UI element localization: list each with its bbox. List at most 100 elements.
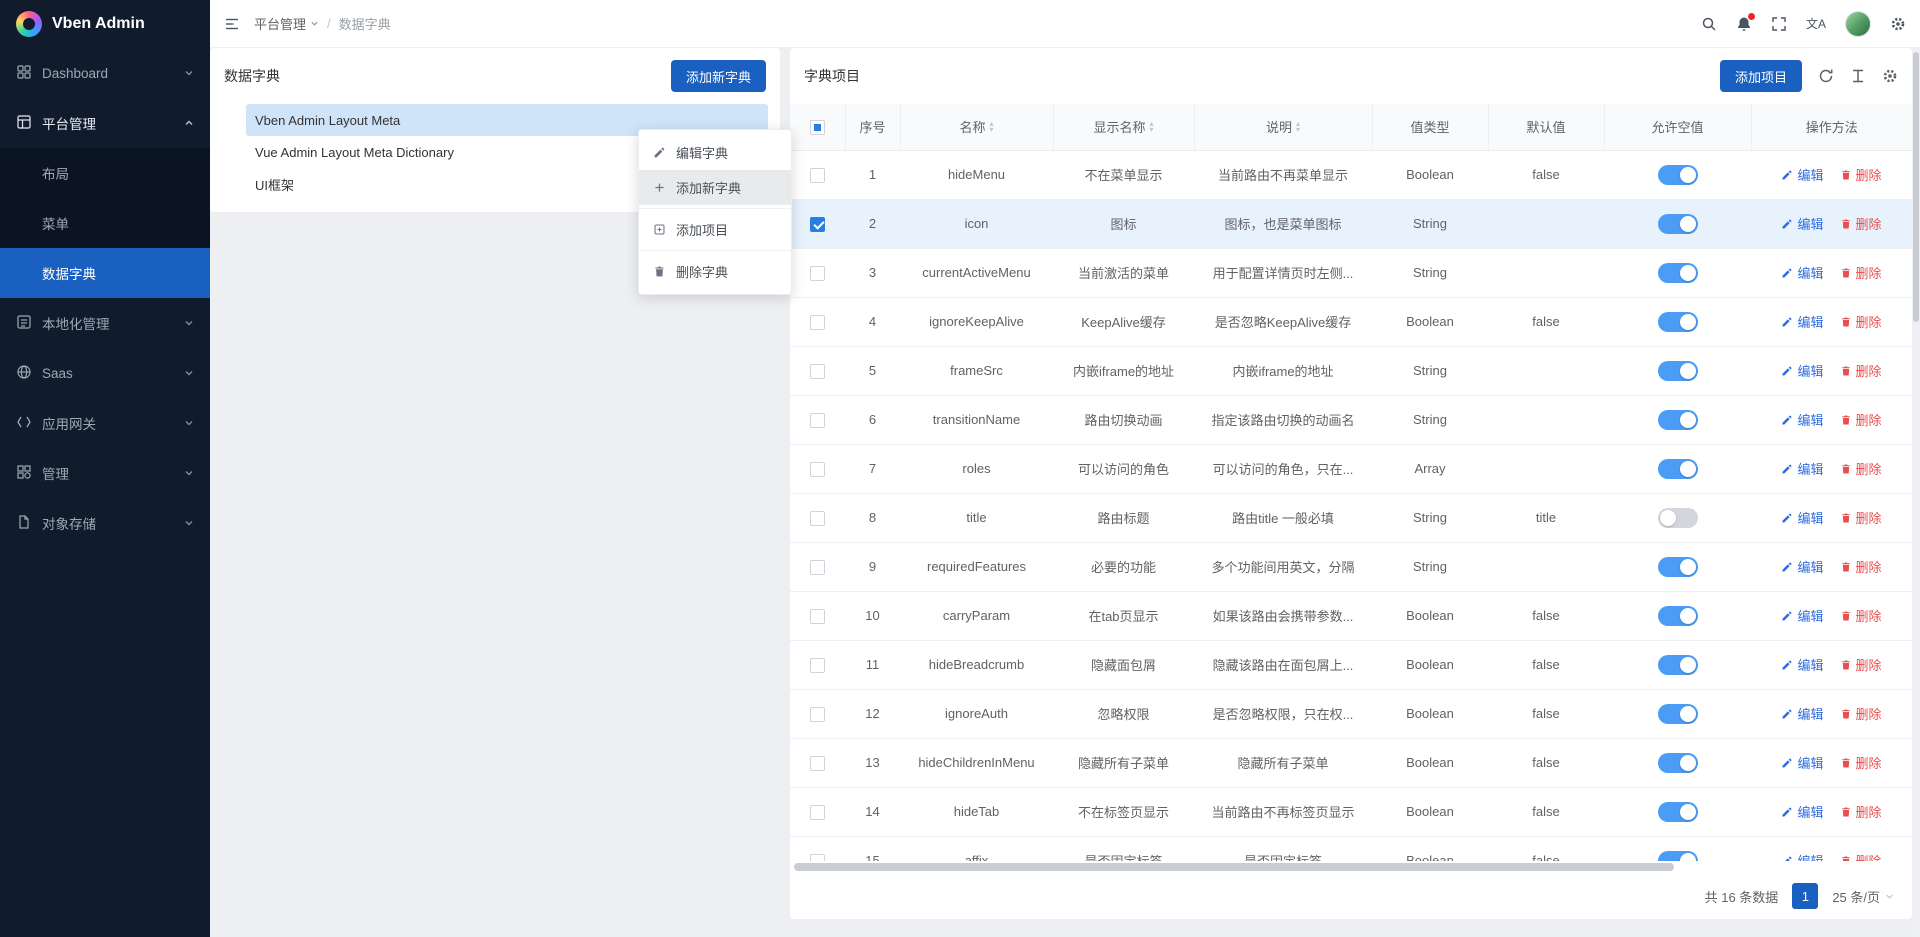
row-checkbox[interactable] bbox=[810, 756, 825, 771]
sort-icons[interactable]: ▴▾ bbox=[1150, 121, 1154, 133]
row-checkbox[interactable] bbox=[810, 609, 825, 624]
col-header-description[interactable]: 说明▴▾ bbox=[1194, 104, 1372, 150]
allow-empty-toggle[interactable] bbox=[1658, 459, 1698, 479]
delete-button[interactable]: 删除 bbox=[1840, 655, 1882, 674]
row-checkbox[interactable] bbox=[810, 413, 825, 428]
sidebar-item-gateway[interactable]: 应用网关 bbox=[0, 398, 210, 448]
delete-button[interactable]: 删除 bbox=[1840, 410, 1882, 429]
sidebar-item-saas[interactable]: Saas bbox=[0, 348, 210, 398]
delete-button[interactable]: 删除 bbox=[1840, 557, 1882, 576]
sidebar-subitem-menu[interactable]: 菜单 bbox=[0, 198, 210, 248]
allow-empty-toggle[interactable] bbox=[1658, 263, 1698, 283]
delete-button[interactable]: 删除 bbox=[1840, 263, 1882, 282]
allow-empty-toggle[interactable] bbox=[1658, 312, 1698, 332]
row-checkbox[interactable] bbox=[810, 658, 825, 673]
sidebar-item-object-storage[interactable]: 对象存储 bbox=[0, 498, 210, 548]
row-checkbox[interactable] bbox=[810, 266, 825, 281]
allow-empty-toggle[interactable] bbox=[1658, 655, 1698, 675]
horizontal-scrollbar-thumb[interactable] bbox=[794, 863, 1674, 871]
search-icon[interactable] bbox=[1701, 16, 1717, 32]
allow-empty-toggle[interactable] bbox=[1658, 704, 1698, 724]
delete-button[interactable]: 删除 bbox=[1840, 753, 1882, 772]
refresh-icon[interactable] bbox=[1818, 68, 1834, 84]
delete-button[interactable]: 删除 bbox=[1840, 802, 1882, 821]
col-header-display-name[interactable]: 显示名称▴▾ bbox=[1053, 104, 1194, 150]
col-header-name[interactable]: 名称▴▾ bbox=[900, 104, 1053, 150]
add-item-button[interactable]: 添加项目 bbox=[1720, 60, 1802, 92]
context-menu-add-item[interactable]: 添加项目 bbox=[639, 212, 791, 247]
allow-empty-toggle[interactable] bbox=[1658, 508, 1698, 528]
delete-button[interactable]: 删除 bbox=[1840, 361, 1882, 380]
breadcrumb-label: 数据字典 bbox=[339, 14, 391, 33]
breadcrumb-item-platform[interactable]: 平台管理 bbox=[254, 14, 319, 33]
allow-empty-toggle[interactable] bbox=[1658, 557, 1698, 577]
gear-icon[interactable] bbox=[1882, 68, 1898, 84]
allow-empty-toggle[interactable] bbox=[1658, 361, 1698, 381]
delete-button[interactable]: 删除 bbox=[1840, 851, 1882, 861]
edit-button[interactable]: 编辑 bbox=[1781, 606, 1823, 625]
allow-empty-toggle[interactable] bbox=[1658, 214, 1698, 234]
translate-icon[interactable]: 文A bbox=[1806, 15, 1826, 32]
edit-button[interactable]: 编辑 bbox=[1781, 459, 1823, 478]
edit-button[interactable]: 编辑 bbox=[1781, 851, 1823, 861]
allow-empty-toggle[interactable] bbox=[1658, 753, 1698, 773]
edit-button[interactable]: 编辑 bbox=[1781, 655, 1823, 674]
menu-fold-icon[interactable] bbox=[224, 16, 240, 32]
edit-button[interactable]: 编辑 bbox=[1781, 753, 1823, 772]
edit-button[interactable]: 编辑 bbox=[1781, 361, 1823, 380]
column-height-icon[interactable] bbox=[1850, 68, 1866, 84]
row-checkbox[interactable] bbox=[810, 805, 825, 820]
edit-button[interactable]: 编辑 bbox=[1781, 508, 1823, 527]
edit-button[interactable]: 编辑 bbox=[1781, 802, 1823, 821]
page-size-select[interactable]: 25 条/页 bbox=[1832, 887, 1894, 906]
row-checkbox[interactable] bbox=[810, 364, 825, 379]
row-checkbox[interactable] bbox=[810, 168, 825, 183]
sort-icons[interactable]: ▴▾ bbox=[990, 121, 994, 133]
row-checkbox[interactable] bbox=[810, 560, 825, 575]
allow-empty-toggle[interactable] bbox=[1658, 851, 1698, 862]
row-checkbox[interactable] bbox=[810, 511, 825, 526]
bell-icon[interactable] bbox=[1736, 16, 1752, 32]
row-checkbox[interactable] bbox=[810, 462, 825, 477]
settings-gear-icon[interactable] bbox=[1890, 16, 1906, 32]
row-checkbox[interactable] bbox=[810, 315, 825, 330]
row-checkbox[interactable] bbox=[810, 707, 825, 722]
delete-button[interactable]: 删除 bbox=[1840, 508, 1882, 527]
add-dictionary-button[interactable]: 添加新字典 bbox=[671, 60, 766, 92]
sort-icons[interactable]: ▴▾ bbox=[1296, 121, 1300, 133]
edit-button[interactable]: 编辑 bbox=[1781, 312, 1823, 331]
app-logo[interactable]: Vben Admin bbox=[0, 0, 210, 48]
edit-button[interactable]: 编辑 bbox=[1781, 165, 1823, 184]
delete-button[interactable]: 删除 bbox=[1840, 312, 1882, 331]
allow-empty-toggle[interactable] bbox=[1658, 606, 1698, 626]
avatar[interactable] bbox=[1845, 11, 1871, 37]
delete-button[interactable]: 删除 bbox=[1840, 704, 1882, 723]
edit-button[interactable]: 编辑 bbox=[1781, 214, 1823, 233]
row-checkbox[interactable] bbox=[810, 854, 825, 861]
sidebar-item-management[interactable]: 管理 bbox=[0, 448, 210, 498]
context-menu-delete-dictionary[interactable]: 删除字典 bbox=[639, 254, 791, 289]
sidebar-subitem-layout[interactable]: 布局 bbox=[0, 148, 210, 198]
select-all-checkbox[interactable] bbox=[810, 120, 825, 135]
row-checkbox[interactable] bbox=[810, 217, 825, 232]
fullscreen-icon[interactable] bbox=[1771, 16, 1787, 32]
delete-button[interactable]: 删除 bbox=[1840, 214, 1882, 233]
context-menu-add-dictionary[interactable]: 添加新字典 bbox=[639, 170, 791, 205]
edit-button[interactable]: 编辑 bbox=[1781, 263, 1823, 282]
vertical-scrollbar-thumb[interactable] bbox=[1913, 52, 1919, 322]
edit-button[interactable]: 编辑 bbox=[1781, 410, 1823, 429]
delete-button[interactable]: 删除 bbox=[1840, 165, 1882, 184]
context-menu-edit-dictionary[interactable]: 编辑字典 bbox=[639, 135, 791, 170]
sidebar-item-dashboard[interactable]: Dashboard bbox=[0, 48, 210, 98]
sidebar-item-platform-management[interactable]: 平台管理 bbox=[0, 98, 210, 148]
delete-button[interactable]: 删除 bbox=[1840, 606, 1882, 625]
pagination-page-1[interactable]: 1 bbox=[1792, 883, 1818, 909]
allow-empty-toggle[interactable] bbox=[1658, 165, 1698, 185]
allow-empty-toggle[interactable] bbox=[1658, 802, 1698, 822]
sidebar-subitem-data-dictionary[interactable]: 数据字典 bbox=[0, 248, 210, 298]
delete-button[interactable]: 删除 bbox=[1840, 459, 1882, 478]
sidebar-item-localization[interactable]: 本地化管理 bbox=[0, 298, 210, 348]
edit-button[interactable]: 编辑 bbox=[1781, 704, 1823, 723]
allow-empty-toggle[interactable] bbox=[1658, 410, 1698, 430]
edit-button[interactable]: 编辑 bbox=[1781, 557, 1823, 576]
